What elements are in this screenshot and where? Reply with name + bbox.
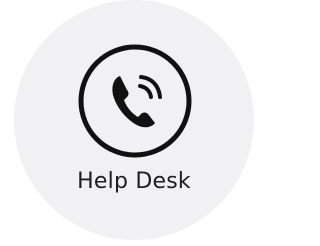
help-desk-tile[interactable]: Help Desk (14, 0, 254, 240)
help-desk-label: Help Desk (77, 169, 191, 194)
help-desk-stage: Help Desk (0, 0, 256, 246)
phone-icon (76, 42, 194, 160)
